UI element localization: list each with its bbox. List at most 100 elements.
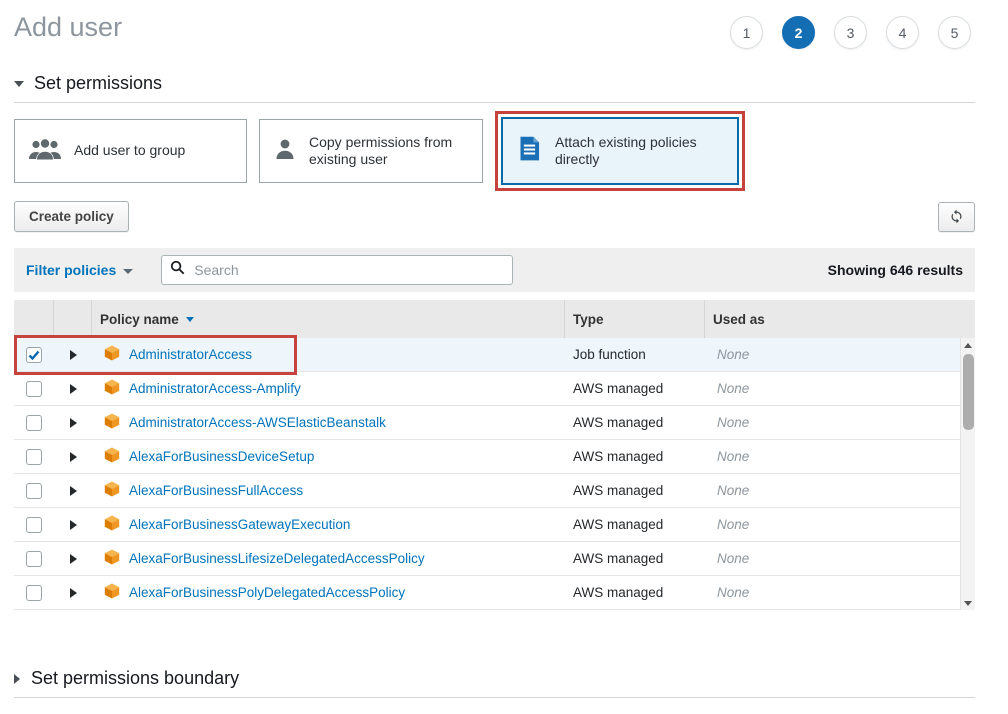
row-checkbox[interactable] (26, 585, 42, 601)
policy-table-row[interactable]: AlexaForBusinessLifesizeDelegatedAccessP… (14, 542, 975, 576)
policy-name-link[interactable]: AlexaForBusinessLifesizeDelegatedAccessP… (129, 551, 425, 566)
scrollbar-thumb[interactable] (963, 354, 974, 430)
option-add-user-to-group-label: Add user to group (74, 142, 185, 160)
header-expander-column (54, 300, 92, 338)
add-user-page: Add user 12345 Set permissions Ad (14, 0, 975, 698)
policy-type: AWS managed (565, 585, 705, 600)
policy-type: AWS managed (565, 483, 705, 498)
policy-table-row[interactable]: AdministratorAccess-Amplify AWS managed … (14, 372, 975, 406)
policy-cube-icon (104, 379, 120, 398)
policy-name-link[interactable]: AdministratorAccess-Amplify (129, 381, 301, 396)
policy-name-link[interactable]: AdministratorAccess-AWSElasticBeanstalk (129, 415, 386, 430)
option-attach-existing-policies[interactable]: Attach existing policies directly (501, 117, 739, 185)
row-expander-icon[interactable] (70, 554, 77, 564)
filter-policies-dropdown[interactable]: Filter policies (26, 262, 133, 278)
policy-used-as: None (705, 381, 975, 396)
step-4[interactable]: 4 (886, 16, 919, 49)
policy-cube-icon (104, 515, 120, 534)
row-checkbox[interactable] (26, 551, 42, 567)
header-used-as: Used as (705, 300, 975, 338)
header-used-as-label: Used as (713, 312, 765, 327)
search-input[interactable] (192, 261, 504, 279)
scrollbar-up-arrow[interactable] (961, 338, 975, 352)
filter-bar: Filter policies Showing 646 results (14, 248, 975, 292)
set-permissions-heading[interactable]: Set permissions (14, 73, 975, 94)
policy-table-body-wrap: AdministratorAccess Job function None (14, 338, 975, 610)
row-checkbox[interactable] (26, 415, 42, 431)
row-expander-icon[interactable] (70, 588, 77, 598)
row-checkbox[interactable] (26, 381, 42, 397)
policy-type: AWS managed (565, 381, 705, 396)
policy-type: AWS managed (565, 415, 705, 430)
row-checkbox[interactable] (26, 517, 42, 533)
policy-cube-icon (104, 583, 120, 602)
row-checkbox[interactable] (26, 449, 42, 465)
option-add-user-to-group[interactable]: Add user to group (14, 119, 247, 183)
section-divider (14, 102, 975, 103)
step-5[interactable]: 5 (938, 16, 971, 49)
policy-table-body: AdministratorAccess Job function None (14, 338, 975, 610)
option-attach-existing-policies-label: Attach existing policies directly (555, 134, 724, 169)
option-copy-permissions-label: Copy permissions from existing user (309, 134, 469, 169)
policy-table-row[interactable]: AlexaForBusinessDeviceSetup AWS managed … (14, 440, 975, 474)
policy-toolbar: Create policy (14, 201, 975, 232)
refresh-icon (949, 212, 964, 227)
policy-name-link[interactable]: AlexaForBusinessPolyDelegatedAccessPolic… (129, 585, 405, 600)
policy-cube-icon (104, 549, 120, 568)
row-expander-icon[interactable] (70, 418, 77, 428)
option-copy-permissions[interactable]: Copy permissions from existing user (259, 119, 483, 183)
page-title: Add user (14, 12, 122, 43)
chevron-down-icon (123, 269, 133, 274)
collapse-triangle-icon (14, 81, 24, 87)
user-icon (273, 137, 297, 166)
filter-policies-label: Filter policies (26, 262, 116, 278)
header-checkbox-column (14, 300, 54, 338)
permission-options: Add user to group Copy permissions from … (14, 111, 975, 191)
header-type-label: Type (573, 312, 604, 327)
refresh-button[interactable] (938, 202, 975, 232)
search-icon (170, 260, 185, 280)
row-checkbox[interactable] (26, 347, 42, 363)
policy-cube-icon (104, 447, 120, 466)
annotation-box-attach-policies: Attach existing policies directly (495, 111, 745, 191)
policy-name-link[interactable]: AlexaForBusinessFullAccess (129, 483, 303, 498)
header-policy-name-label: Policy name (100, 312, 179, 327)
row-expander-icon[interactable] (70, 350, 77, 360)
table-scrollbar[interactable] (960, 338, 975, 610)
policy-table-row[interactable]: AlexaForBusinessGatewayExecution AWS man… (14, 508, 975, 542)
row-expander-icon[interactable] (70, 452, 77, 462)
row-checkbox[interactable] (26, 483, 42, 499)
step-2[interactable]: 2 (782, 16, 815, 49)
policy-table-row[interactable]: AlexaForBusinessFullAccess AWS managed N… (14, 474, 975, 508)
policy-used-as: None (705, 415, 975, 430)
scrollbar-down-arrow[interactable] (961, 596, 975, 610)
policy-table-row[interactable]: AdministratorAccess-AWSElasticBeanstalk … (14, 406, 975, 440)
results-count: Showing 646 results (828, 262, 963, 278)
set-permissions-boundary-heading[interactable]: Set permissions boundary (14, 668, 975, 689)
policy-cube-icon (104, 345, 120, 364)
policy-table-row[interactable]: AdministratorAccess Job function None (14, 338, 975, 372)
policy-table-row[interactable]: AlexaForBusinessPolyDelegatedAccessPolic… (14, 576, 975, 610)
document-icon (516, 135, 543, 167)
step-3[interactable]: 3 (834, 16, 867, 49)
step-1[interactable]: 1 (730, 16, 763, 49)
policy-name-link[interactable]: AdministratorAccess (129, 347, 252, 362)
policy-used-as: None (705, 347, 975, 362)
header-type: Type (565, 300, 705, 338)
policy-type: AWS managed (565, 449, 705, 464)
policy-name-link[interactable]: AlexaForBusinessDeviceSetup (129, 449, 314, 464)
policy-table: Policy name Type Used as (14, 300, 975, 610)
header-policy-name[interactable]: Policy name (92, 300, 565, 338)
search-box[interactable] (161, 255, 513, 285)
row-expander-icon[interactable] (70, 384, 77, 394)
row-expander-icon[interactable] (70, 520, 77, 530)
boundary-divider (14, 697, 975, 698)
expand-triangle-icon (14, 674, 20, 684)
page-header: Add user 12345 (14, 0, 975, 49)
policy-cube-icon (104, 413, 120, 432)
row-expander-icon[interactable] (70, 486, 77, 496)
policy-name-link[interactable]: AlexaForBusinessGatewayExecution (129, 517, 350, 532)
create-policy-button[interactable]: Create policy (14, 201, 129, 232)
step-indicator: 12345 (730, 16, 971, 49)
policy-cube-icon (104, 481, 120, 500)
